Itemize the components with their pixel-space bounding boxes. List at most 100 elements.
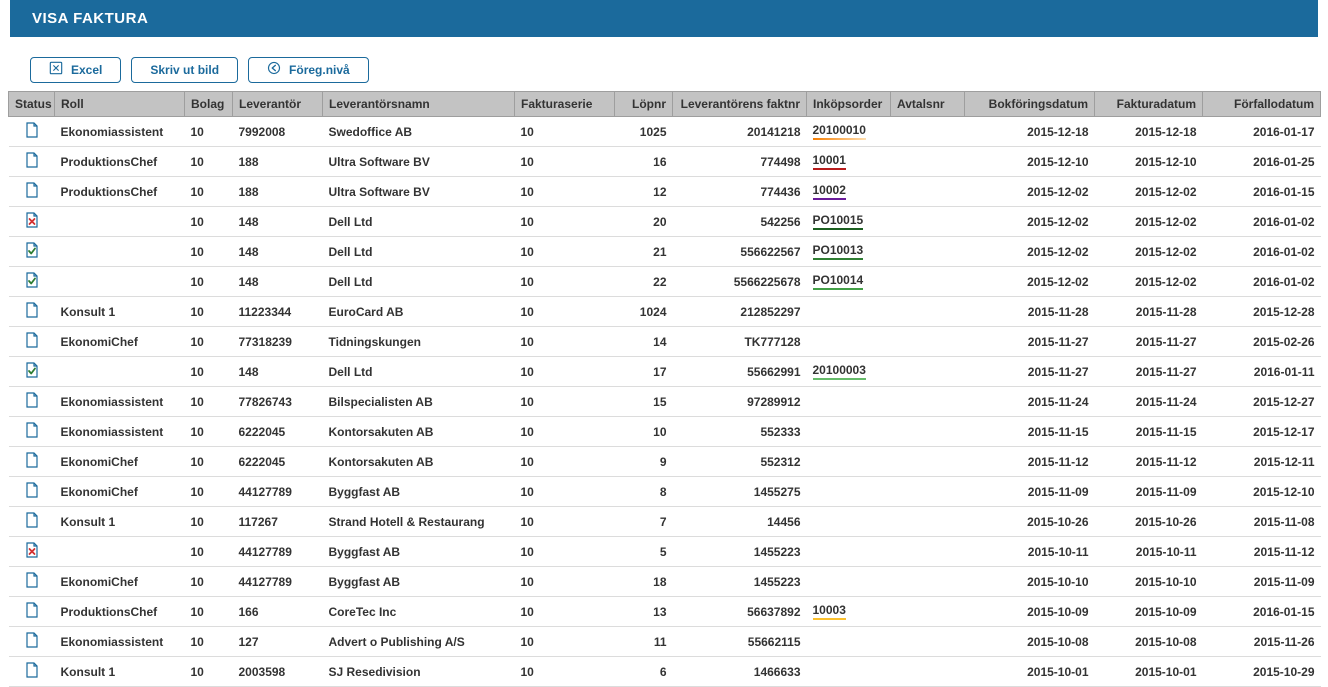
col-bok[interactable]: Bokföringsdatum <box>965 92 1095 117</box>
cell-fakd: 2015-11-09 <box>1095 477 1203 507</box>
cell-levnamn: SJ Resedivision <box>323 657 515 687</box>
purchase-order-link[interactable]: 20100003 <box>813 363 866 380</box>
cell-bok: 2015-11-28 <box>965 297 1095 327</box>
print-button[interactable]: Skriv ut bild <box>131 57 238 83</box>
cell-lopnr: 7 <box>615 507 673 537</box>
col-levnamn[interactable]: Leverantörsnamn <box>323 92 515 117</box>
table-row[interactable]: EkonomiChef1044127789Byggfast AB10814552… <box>9 477 1321 507</box>
cell-status <box>9 147 55 177</box>
col-lopnr[interactable]: Löpnr <box>615 92 673 117</box>
cell-bok: 2015-10-11 <box>965 537 1095 567</box>
cell-lev: 44127789 <box>233 477 323 507</box>
table-row[interactable]: EkonomiChef1077318239Tidningskungen1014T… <box>9 327 1321 357</box>
status-doc-icon <box>25 637 39 651</box>
cell-levnamn: Byggfast AB <box>323 537 515 567</box>
cell-avtal <box>891 147 965 177</box>
cell-lfaknr: 556622567 <box>673 237 807 267</box>
cell-forf: 2015-11-09 <box>1203 567 1321 597</box>
cell-roll: ProduktionsChef <box>55 147 185 177</box>
table-row[interactable]: ProduktionsChef10188Ultra Software BV101… <box>9 147 1321 177</box>
col-status[interactable]: Status <box>9 92 55 117</box>
cell-levnamn: Tidningskungen <box>323 327 515 357</box>
toolbar: Excel Skriv ut bild Föreg.nivå <box>0 57 1328 91</box>
purchase-order-link[interactable]: 10002 <box>813 183 846 200</box>
cell-status <box>9 507 55 537</box>
cell-inkop[interactable]: PO10015 <box>807 207 891 237</box>
cell-roll: EkonomiChef <box>55 327 185 357</box>
cell-inkop[interactable]: 10003 <box>807 597 891 627</box>
cell-status <box>9 177 55 207</box>
purchase-order-link[interactable]: PO10014 <box>813 273 864 290</box>
col-inkop[interactable]: Inköpsorder <box>807 92 891 117</box>
purchase-order-link[interactable]: PO10013 <box>813 243 864 260</box>
cell-levnamn: Dell Ltd <box>323 237 515 267</box>
col-fakd[interactable]: Fakturadatum <box>1095 92 1203 117</box>
cell-avtal <box>891 267 965 297</box>
cell-avtal <box>891 567 965 597</box>
table-row[interactable]: ProduktionsChef10188Ultra Software BV101… <box>9 177 1321 207</box>
cell-lev: 148 <box>233 357 323 387</box>
col-bolag[interactable]: Bolag <box>185 92 233 117</box>
col-lev[interactable]: Leverantör <box>233 92 323 117</box>
table-row[interactable]: 10148Dell Ltd1021556622567PO100132015-12… <box>9 237 1321 267</box>
purchase-order-link[interactable]: PO10015 <box>813 213 864 230</box>
cell-inkop[interactable]: 10001 <box>807 147 891 177</box>
cell-lfaknr: 55662115 <box>673 627 807 657</box>
table-row[interactable]: 1044127789Byggfast AB10514552232015-10-1… <box>9 537 1321 567</box>
table-row[interactable]: Konsult 1102003598SJ Resedivision1061466… <box>9 657 1321 687</box>
table-row[interactable]: Ekonomiassistent107992008Swedoffice AB10… <box>9 117 1321 147</box>
cell-forf: 2015-02-26 <box>1203 327 1321 357</box>
cell-serie: 10 <box>515 147 615 177</box>
table-row[interactable]: Konsult 110117267Strand Hotell & Restaur… <box>9 507 1321 537</box>
table-row[interactable]: 10148Dell Ltd101755662991201000032015-11… <box>9 357 1321 387</box>
cell-bolag: 10 <box>185 267 233 297</box>
cell-status <box>9 207 55 237</box>
table-row[interactable]: 10148Dell Ltd10225566225678PO100142015-1… <box>9 267 1321 297</box>
table-row[interactable]: Ekonomiassistent1077826743Bilspecialiste… <box>9 387 1321 417</box>
col-serie[interactable]: Fakturaserie <box>515 92 615 117</box>
cell-inkop[interactable]: 20100010 <box>807 117 891 147</box>
excel-button[interactable]: Excel <box>30 57 121 83</box>
cell-status <box>9 597 55 627</box>
cell-inkop[interactable]: PO10014 <box>807 267 891 297</box>
cell-forf: 2016-01-02 <box>1203 207 1321 237</box>
cell-status <box>9 537 55 567</box>
cell-status <box>9 237 55 267</box>
cell-forf: 2015-12-11 <box>1203 447 1321 477</box>
cell-levnamn: CoreTec Inc <box>323 597 515 627</box>
purchase-order-link[interactable]: 10001 <box>813 153 846 170</box>
col-avtal[interactable]: Avtalsnr <box>891 92 965 117</box>
back-button[interactable]: Föreg.nivå <box>248 57 369 83</box>
cell-bolag: 10 <box>185 147 233 177</box>
table-row[interactable]: Konsult 11011223344EuroCard AB1010242128… <box>9 297 1321 327</box>
cell-lfaknr: 552333 <box>673 417 807 447</box>
table-row[interactable]: 10148Dell Ltd1020542256PO100152015-12-02… <box>9 207 1321 237</box>
cell-serie: 10 <box>515 267 615 297</box>
status-doc-icon <box>25 667 39 681</box>
purchase-order-link[interactable]: 10003 <box>813 603 846 620</box>
table-row[interactable]: EkonomiChef1044127789Byggfast AB10181455… <box>9 567 1321 597</box>
cell-lopnr: 22 <box>615 267 673 297</box>
cell-serie: 10 <box>515 477 615 507</box>
cell-bolag: 10 <box>185 657 233 687</box>
cell-fakd: 2015-12-02 <box>1095 207 1203 237</box>
table-row[interactable]: EkonomiChef106222045Kontorsakuten AB1095… <box>9 447 1321 477</box>
cell-inkop[interactable]: PO10013 <box>807 237 891 267</box>
col-forf[interactable]: Förfallodatum <box>1203 92 1321 117</box>
cell-inkop[interactable]: 20100003 <box>807 357 891 387</box>
cell-forf: 2016-01-25 <box>1203 147 1321 177</box>
table-row[interactable]: ProduktionsChef10166CoreTec Inc101356637… <box>9 597 1321 627</box>
cell-serie: 10 <box>515 177 615 207</box>
excel-icon <box>49 61 63 79</box>
cell-inkop[interactable]: 10002 <box>807 177 891 207</box>
cell-lev: 148 <box>233 207 323 237</box>
cell-fakd: 2015-11-15 <box>1095 417 1203 447</box>
purchase-order-link[interactable]: 20100010 <box>813 123 866 140</box>
cell-lev: 188 <box>233 147 323 177</box>
col-lfaknr[interactable]: Leverantörens faktnr <box>673 92 807 117</box>
cell-avtal <box>891 597 965 627</box>
table-row[interactable]: Ekonomiassistent106222045Kontorsakuten A… <box>9 417 1321 447</box>
cell-roll: ProduktionsChef <box>55 177 185 207</box>
col-roll[interactable]: Roll <box>55 92 185 117</box>
table-row[interactable]: Ekonomiassistent10127Advert o Publishing… <box>9 627 1321 657</box>
